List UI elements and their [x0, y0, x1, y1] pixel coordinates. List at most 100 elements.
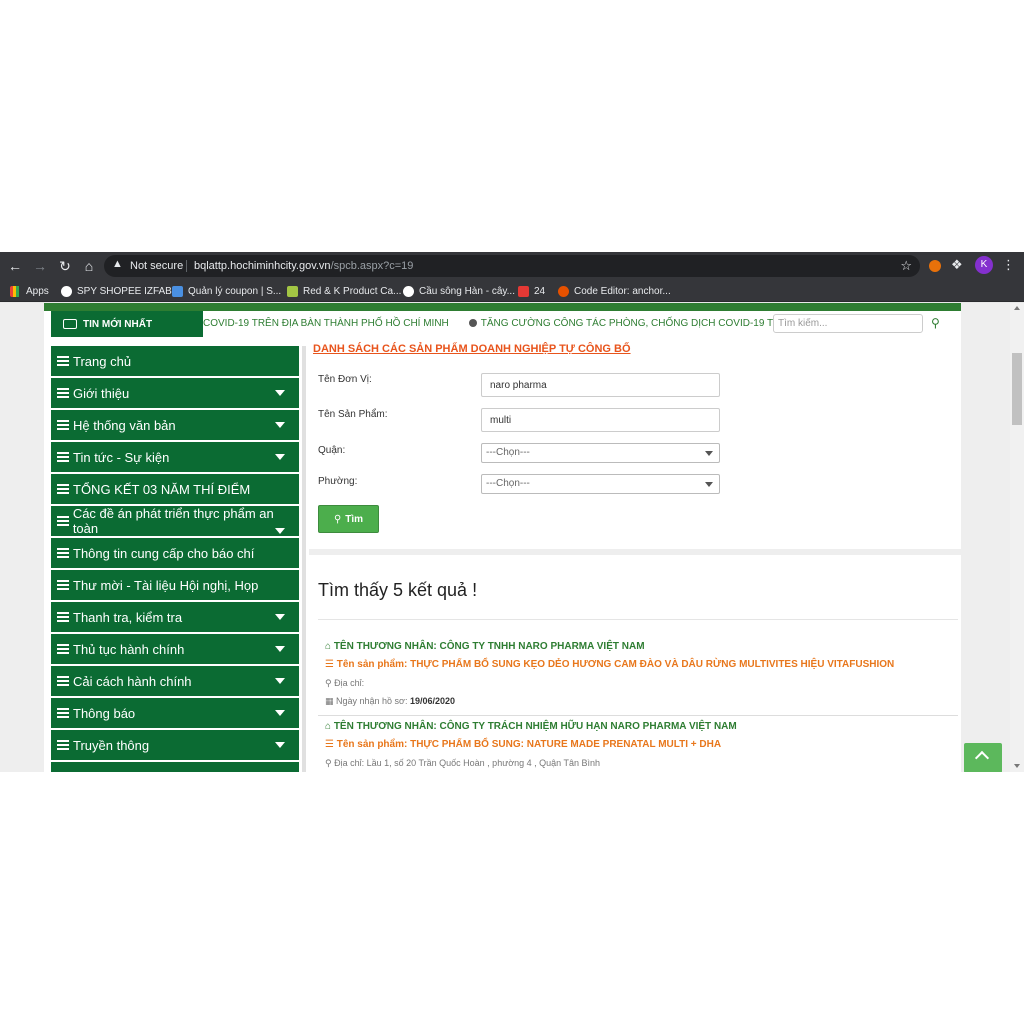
tag-icon [287, 285, 298, 297]
bookmark-item[interactable]: Quản lý coupon | S... [172, 283, 281, 299]
bookmark-apps[interactable]: Apps [10, 283, 49, 299]
section-divider [309, 549, 961, 555]
bookmark-label: 24 [534, 285, 546, 297]
bookmarks-bar: Apps SPY SHOPEE IZFABO Quản lý coupon | … [0, 279, 1024, 302]
profile-avatar[interactable]: K [975, 256, 993, 274]
sidebar-item-label: Tin tức - Sự kiện [73, 449, 170, 465]
bookmark-item[interactable]: Red & K Product Ca... [287, 283, 401, 299]
code-icon [558, 285, 569, 297]
back-icon[interactable]: ← [6, 257, 24, 275]
sidebar-item-about[interactable]: Giới thiệu [51, 378, 299, 409]
search-input[interactable]: Tìm kiếm... [773, 314, 923, 333]
list-icon [57, 484, 69, 494]
scroll-up-icon[interactable] [1014, 306, 1020, 310]
result-merchant[interactable]: ⌂ TÊN THƯƠNG NHÂN: CÔNG TY TNHH NARO PHA… [325, 641, 645, 652]
dropdown-arrow-icon [705, 482, 713, 487]
sidebar-item-label: Truyền thông [73, 737, 150, 753]
address-text: Địa chỉ: Lầu 1, số 20 Trần Quốc Hoàn , p… [334, 758, 601, 768]
product-text: Tên sản phẩm: THỰC PHẨM BỔ SUNG: NATURE … [336, 739, 722, 750]
caret-down-icon [275, 614, 285, 620]
sidebar-item-summary[interactable]: TỔNG KẾT 03 NĂM THÍ ĐIỂM [51, 474, 299, 505]
list-icon [57, 420, 69, 430]
browser-window: ← → ↻ ⌂ ▲ Not secure bqlattp.hochiminhci… [0, 252, 1024, 772]
scrollbar-thumb[interactable] [1012, 353, 1022, 425]
caret-down-icon [275, 528, 285, 534]
extension-icon[interactable] [929, 260, 941, 272]
forward-icon[interactable]: → [31, 257, 49, 275]
result-address: ⚲ Địa chỉ: [325, 678, 364, 689]
result-product[interactable]: ☰ Tên sản phẩm: THỰC PHẨM BỔ SUNG KẸO DẺ… [325, 659, 894, 670]
result-address: ⚲ Địa chỉ: Lầu 1, số 20 Trần Quốc Hoàn ,… [325, 758, 600, 769]
address-bar[interactable]: ▲ Not secure bqlattp.hochiminhcity.gov.v… [104, 255, 920, 277]
caret-down-icon [275, 710, 285, 716]
caret-down-icon [275, 390, 285, 396]
home-icon[interactable]: ⌂ [80, 257, 98, 275]
sidebar-item-label: Thủ tục hành chính [73, 641, 185, 657]
sidebar-item-news[interactable]: Tin tức - Sự kiện [51, 442, 299, 473]
sidebar-item-inspection[interactable]: Thanh tra, kiểm tra [51, 602, 299, 633]
bookmark-item[interactable]: 24 [518, 283, 545, 299]
sidebar-item-home[interactable]: Trang chủ [51, 346, 299, 377]
back-to-top-button[interactable] [964, 743, 1002, 772]
ward-select[interactable]: ---Chọn--- [481, 474, 720, 494]
ticker-item-1[interactable]: COVID-19 TRÊN ĐỊA BÀN THÀNH PHỐ HỒ CHÍ M… [203, 318, 449, 329]
menu-kebab-icon[interactable]: ⋮ [1002, 257, 1015, 273]
sidebar-item-projects[interactable]: Các đề án phát triển thực phẩm an toàn [51, 506, 299, 537]
sidebar-item-label: Giới thiệu [73, 385, 130, 401]
scroll-down-icon[interactable] [1014, 764, 1020, 768]
bookmark-item[interactable]: Cầu sông Hàn - cây... [403, 283, 515, 299]
list-icon [57, 580, 69, 590]
sidebar-item-procedures[interactable]: Thủ tục hành chính [51, 634, 299, 665]
caret-down-icon [275, 422, 285, 428]
sidebar-item-reform[interactable]: Cải cách hành chính [51, 666, 299, 697]
doc-icon [172, 285, 183, 297]
globe-icon [403, 285, 414, 297]
sidebar-item-notices[interactable]: Thông báo [51, 698, 299, 729]
bookmark-item[interactable]: SPY SHOPEE IZFABO [61, 283, 180, 299]
list-icon [57, 708, 69, 718]
caret-down-icon [275, 454, 285, 460]
list-icon [57, 676, 69, 686]
sidebar-item-media[interactable]: Truyền thông [51, 730, 299, 761]
sidebar-item-label: TỔNG KẾT 03 NĂM THÍ ĐIỂM [73, 481, 251, 497]
result-product[interactable]: ☰ Tên sản phẩm: THỰC PHẨM BỔ SUNG: NATUR… [325, 739, 721, 750]
date-label: Ngày nhận hồ sơ: [336, 696, 408, 706]
search-button-label: Tìm [345, 513, 364, 525]
sidebar-item-more[interactable] [51, 762, 299, 772]
list-icon [57, 356, 69, 366]
omnibox-separator [186, 260, 187, 272]
ticker-item-2[interactable]: TĂNG CƯỜNG CÔNG TÁC PHÒNG, CHỐNG DỊCH CO… [481, 318, 817, 329]
bookmark-item[interactable]: Code Editor: anchor... [558, 283, 671, 299]
extensions-puzzle-icon[interactable]: ❖ [951, 257, 963, 273]
result-count: Tìm thấy 5 kết quả ! [318, 580, 478, 600]
product-name-input[interactable]: multi [481, 408, 720, 432]
map-marker-icon: ⚲ [325, 678, 335, 688]
news-ticker[interactable]: COVID-19 TRÊN ĐỊA BÀN THÀNH PHỐ HỒ CHÍ M… [203, 311, 817, 337]
unit-label: Tên Đơn Vị: [318, 374, 372, 385]
caret-down-icon [275, 742, 285, 748]
newspaper-icon [63, 319, 77, 329]
page-scrollbar[interactable] [1010, 303, 1024, 772]
bookmark-label: Red & K Product Ca... [303, 285, 402, 297]
reload-icon[interactable]: ↻ [56, 257, 74, 275]
security-label: Not secure [130, 260, 184, 272]
result-merchant[interactable]: ⌂ TÊN THƯƠNG NHÂN: CÔNG TY TRÁCH NHIỆM H… [325, 721, 737, 732]
url-text[interactable]: bqlattp.hochiminhcity.gov.vn/spcb.aspx?c… [194, 260, 413, 272]
list-icon [57, 644, 69, 654]
apps-grid-icon [10, 285, 21, 297]
browser-toolbar: ← → ↻ ⌂ ▲ Not secure bqlattp.hochiminhci… [0, 252, 1024, 279]
chevron-up-icon [974, 750, 990, 766]
caret-down-icon [275, 678, 285, 684]
sidebar-item-invitations[interactable]: Thư mời - Tài liệu Hội nghị, Họp [51, 570, 299, 601]
bookmark-star-icon[interactable]: ☆ [900, 258, 912, 274]
sidebar-item-press[interactable]: Thông tin cung cấp cho báo chí [51, 538, 299, 569]
district-selected: ---Chọn--- [486, 447, 530, 458]
address-text: Địa chỉ: [334, 678, 365, 688]
sidebar-item-documents[interactable]: Hệ thống văn bản [51, 410, 299, 441]
date-value: 19/06/2020 [409, 696, 456, 706]
search-icon[interactable]: ⚲ [931, 316, 940, 330]
district-select[interactable]: ---Chọn--- [481, 443, 720, 463]
unit-name-input[interactable]: naro pharma [481, 373, 720, 397]
form-title: DANH SÁCH CÁC SẢN PHẨM DOANH NGHIỆP TỰ C… [313, 343, 631, 355]
search-button[interactable]: ⚲ Tìm [318, 505, 379, 533]
